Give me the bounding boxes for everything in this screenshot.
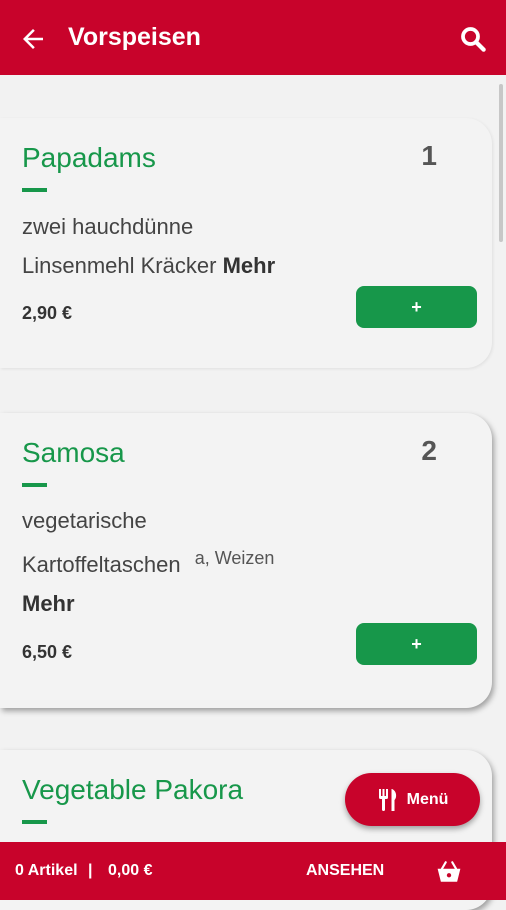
cart-separator: | <box>88 862 93 879</box>
search-icon <box>461 27 486 52</box>
dish-card: Papadams 1 zwei hauchdünne Linsenmehl Kr… <box>0 118 492 368</box>
app-bar: Vorspeisen <box>0 0 506 75</box>
menu-fab-label: Menü <box>406 790 449 808</box>
dish-price: 2,90 € <box>22 303 73 323</box>
add-to-cart-button[interactable]: + <box>356 286 477 328</box>
accent-line <box>22 188 47 192</box>
cart-total: 0,00 € <box>108 862 153 879</box>
more-link[interactable]: Mehr <box>22 591 75 616</box>
arrow-left-icon <box>23 29 43 49</box>
dish-name: Papadams <box>22 142 156 173</box>
cart-item-count: 0 Artikel <box>15 862 78 879</box>
menu-fab-button[interactable]: Menü <box>345 773 480 826</box>
allergen-info: a, Weizen <box>194 548 275 568</box>
description-text: Kartoffeltaschen <box>22 552 181 577</box>
description-text: Linsenmehl Kräcker <box>22 253 217 278</box>
scrollbar[interactable] <box>499 84 503 242</box>
more-row: Mehr <box>22 591 75 617</box>
accent-line <box>22 483 47 487</box>
add-to-cart-button[interactable]: + <box>356 623 477 665</box>
basket-icon <box>437 861 461 882</box>
page-title: Vorspeisen <box>68 23 201 51</box>
cart-button[interactable] <box>436 859 462 885</box>
dish-description-line2: Linsenmehl Kräcker Mehr <box>22 253 275 279</box>
cutlery-icon <box>378 788 396 811</box>
view-cart-button[interactable]: ANSEHEN <box>306 862 384 880</box>
accent-line <box>22 820 47 824</box>
dish-name: Vegetable Pakora <box>22 774 244 805</box>
dish-price: 6,50 € <box>22 642 73 662</box>
dish-name: Samosa <box>22 437 125 468</box>
more-link[interactable]: Mehr <box>223 253 276 278</box>
dish-description: vegetarische <box>22 508 147 533</box>
dish-description: zwei hauchdünne <box>22 214 194 239</box>
back-button[interactable] <box>18 24 48 54</box>
cart-bar: 0 Artikel | 0,00 € ANSEHEN <box>0 842 506 900</box>
dish-number: 1 <box>421 140 437 171</box>
dish-card: Samosa 2 vegetarische Kartoffeltaschen a… <box>0 413 492 708</box>
search-button[interactable] <box>458 24 488 54</box>
dish-number: 2 <box>421 435 437 466</box>
dish-description-line2: Kartoffeltaschen a, Weizen <box>22 548 274 578</box>
